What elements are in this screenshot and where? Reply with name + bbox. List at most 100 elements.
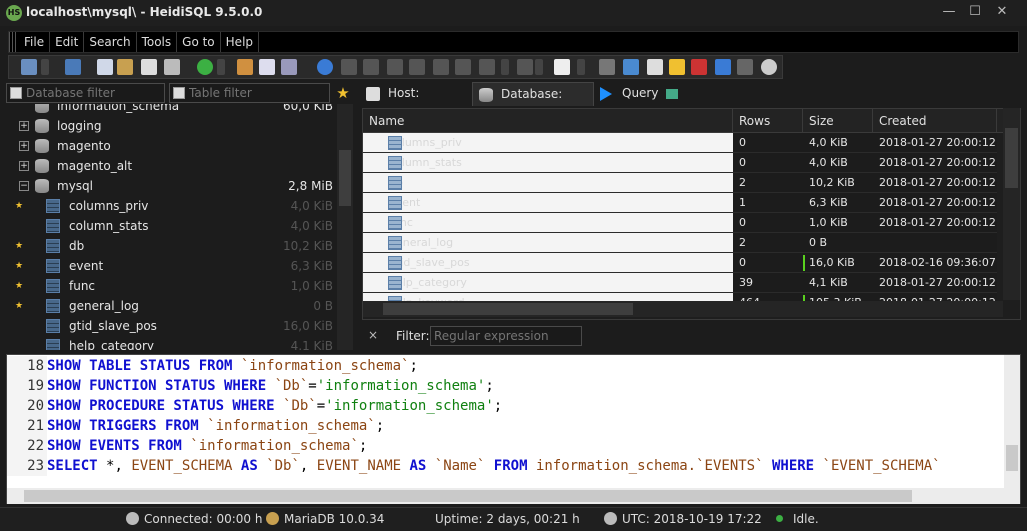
filter-regex-input[interactable]	[430, 326, 582, 346]
snippets-icon[interactable]	[517, 59, 533, 75]
database-filter-input[interactable]	[26, 84, 161, 102]
favorite-star-icon[interactable]: ★	[15, 276, 23, 296]
table-filter-input[interactable]	[189, 84, 324, 102]
menu-search[interactable]: Search	[84, 32, 137, 52]
record-icon[interactable]	[715, 59, 731, 75]
tree-item-table[interactable]: column_stats 4,0 KiB	[6, 216, 353, 236]
cell-name[interactable]: db	[363, 173, 733, 193]
minimize-button[interactable]: —	[937, 2, 961, 22]
cell-rows[interactable]: 39	[733, 273, 803, 293]
favorite-star-icon[interactable]: ★	[15, 296, 23, 316]
menu-grip[interactable]	[9, 32, 17, 52]
table-icon[interactable]	[623, 59, 639, 75]
table-row[interactable]: func0 1,0 KiB 2018-01-27 20:00:12	[363, 213, 1007, 233]
favorites-star-icon[interactable]: ★	[334, 83, 352, 103]
exit-icon[interactable]	[761, 59, 777, 75]
favorite-star-icon[interactable]: ★	[15, 256, 23, 276]
grid-vertical-scrollbar-thumb[interactable]	[1005, 128, 1018, 188]
tree-scrollbar[interactable]	[337, 104, 353, 350]
cell-size[interactable]: 10,2 KiB	[803, 173, 873, 193]
cell-name[interactable]: gtid_slave_pos	[363, 253, 733, 273]
run-line-icon[interactable]	[387, 59, 403, 75]
close-filter-icon[interactable]: ×	[368, 328, 378, 342]
column-header-size[interactable]: Size	[803, 109, 873, 133]
edit-icon[interactable]	[647, 59, 663, 75]
sql-line[interactable]: 18 SHOW TABLE STATUS FROM `information_sc…	[7, 356, 1007, 376]
more-icon[interactable]	[737, 59, 753, 75]
cell-rows[interactable]: 0	[733, 213, 803, 233]
expand-toggle-icon[interactable]: −	[19, 181, 29, 191]
menu-file[interactable]: File	[19, 32, 51, 52]
cell-size[interactable]: 6,3 KiB	[803, 193, 873, 213]
cell-rows[interactable]: 2	[733, 233, 803, 253]
filter-icon[interactable]	[479, 59, 495, 75]
tree-item-table[interactable]: ★ general_log 0 B	[6, 296, 353, 316]
menu-goto[interactable]: Go to	[177, 32, 221, 52]
chevron-down-icon[interactable]	[501, 59, 509, 75]
cell-created[interactable]: 2018-01-27 20:00:12	[873, 173, 997, 193]
session-manager-icon[interactable]	[21, 59, 37, 75]
sql-line[interactable]: 19 SHOW FUNCTION STATUS WHERE `Db`='infor…	[7, 376, 1007, 396]
new-query-tab-button[interactable]	[660, 82, 684, 106]
tree-item-database[interactable]: − mysql 2,8 MiB	[6, 176, 353, 196]
tree-scrollbar-thumb[interactable]	[339, 150, 351, 206]
cell-name[interactable]: column_stats	[363, 153, 733, 173]
table-row[interactable]: gtid_slave_pos 0 16,0 KiB 2018-02-16 09:36:…	[363, 253, 1007, 273]
cell-created[interactable]: 2018-01-27 20:00:12	[873, 193, 997, 213]
maximize-button[interactable]: ☐	[963, 2, 987, 22]
expand-toggle-icon[interactable]: +	[19, 161, 29, 171]
expand-toggle-icon[interactable]: +	[19, 141, 29, 151]
cell-rows[interactable]: 1	[733, 193, 803, 213]
table-row[interactable]: columns_priv 0 4,0 KiB 2018-01-27 20:00:12	[363, 133, 1007, 153]
database-tree[interactable]: information_schema 60,0 KiB + logging + magen…	[6, 104, 353, 350]
table-row[interactable]: event 1 6,3 KiB 2018-01-27 20:00:12	[363, 193, 1007, 213]
cell-size[interactable]: 4,0 KiB	[803, 133, 873, 153]
table-filter-field[interactable]	[169, 83, 330, 103]
menu-edit[interactable]: Edit	[50, 32, 85, 52]
sql-line[interactable]: 21 SHOW TRIGGERS FROM `information_schema…	[7, 416, 1007, 436]
column-header-created[interactable]: Created	[873, 109, 997, 133]
cell-size[interactable]: 0 B	[803, 233, 873, 253]
tab-query[interactable]: Query	[594, 82, 660, 106]
disconnect-icon[interactable]	[65, 59, 81, 75]
cell-name[interactable]: columns_priv	[363, 133, 733, 153]
sql-line[interactable]: 22 SHOW EVENTS FROM `information_schema`;	[7, 436, 1007, 456]
cell-size[interactable]: 16,0 KiB	[803, 253, 873, 273]
cell-size[interactable]: 4,0 KiB	[803, 153, 873, 173]
tree-item-database[interactable]: + magento	[6, 136, 353, 156]
tree-item-table[interactable]: ★ db 10,2 KiB	[6, 236, 353, 256]
cell-created[interactable]: 2018-01-27 20:00:12	[873, 153, 997, 173]
cell-created[interactable]	[873, 233, 997, 253]
cell-created[interactable]: 2018-02-16 09:36:07	[873, 253, 997, 273]
tree-item-table[interactable]: ★ func 1,0 KiB	[6, 276, 353, 296]
warning-icon[interactable]	[669, 59, 685, 75]
sql-line[interactable]: 23 SELECT *, EVENT_SCHEMA AS `Db`, EVENT_…	[7, 456, 1007, 476]
tree-icon[interactable]	[599, 59, 615, 75]
tree-item-database[interactable]: + logging	[6, 116, 353, 136]
tree-item-database[interactable]: information_schema 60,0 KiB	[6, 104, 353, 116]
table-row[interactable]: general_log 2 0 B	[363, 233, 1007, 253]
help-icon[interactable]	[317, 59, 333, 75]
stop-icon[interactable]	[554, 59, 570, 75]
tree-item-table[interactable]: gtid_slave_pos 16,0 KiB	[6, 316, 353, 336]
refresh-icon[interactable]	[197, 59, 213, 75]
editor-vertical-scrollbar-thumb[interactable]	[1006, 445, 1018, 471]
table-row[interactable]: db2 10,2 KiB 2018-01-27 20:00:12	[363, 173, 1007, 193]
column-header-name[interactable]: Name	[363, 109, 733, 133]
cancel-icon[interactable]	[455, 59, 471, 75]
favorite-star-icon[interactable]: ★	[15, 236, 23, 256]
table-list-grid[interactable]: Name Rows Size Created Upd columns_priv0…	[362, 108, 1021, 320]
tree-item-database[interactable]: + magento_alt	[6, 156, 353, 176]
run-selection-icon[interactable]	[363, 59, 379, 75]
log-icon[interactable]	[691, 59, 707, 75]
cell-size[interactable]: 4,1 KiB	[803, 273, 873, 293]
cell-name[interactable]: func	[363, 213, 733, 233]
print-icon[interactable]	[164, 59, 180, 75]
table-row[interactable]: column_stats 0 4,0 KiB 2018-01-27 20:00:12	[363, 153, 1007, 173]
cell-created[interactable]: 2018-01-27 20:00:12	[873, 213, 997, 233]
tab-host[interactable]: Host: 127.0.0.1	[360, 82, 472, 123]
column-header-rows[interactable]: Rows	[733, 109, 803, 133]
tree-item-table[interactable]: help_category 4,1 KiB	[6, 336, 353, 350]
chevron-down-icon[interactable]	[217, 59, 225, 75]
tab-database[interactable]: Database: mysql	[472, 82, 594, 124]
